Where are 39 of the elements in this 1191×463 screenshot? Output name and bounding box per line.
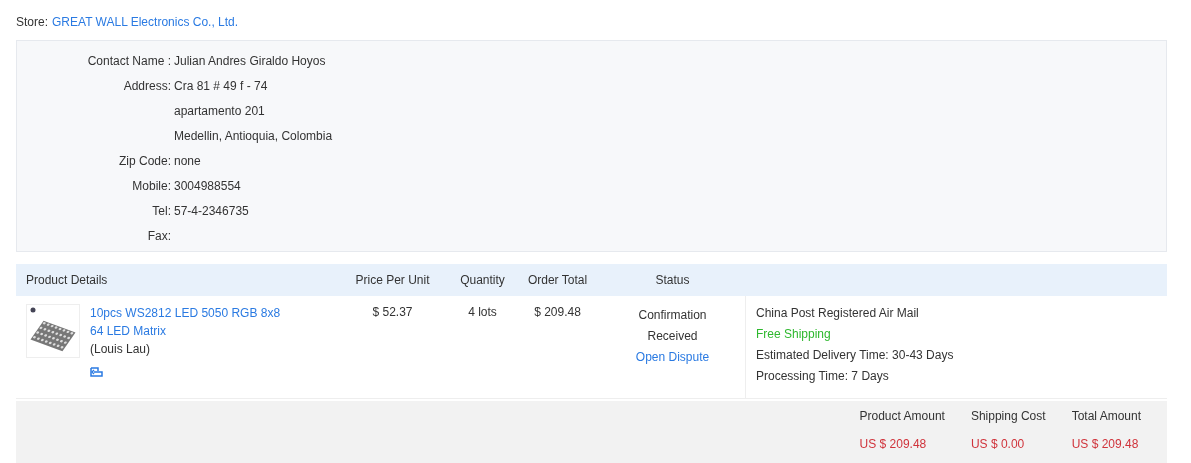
contact-value: Julian Andres Giraldo Hoyos [174,53,326,70]
column-header: Product Details [25,273,108,287]
contact-value: Cra 81 # 49 f - 74 [174,78,268,95]
product-thumbnail[interactable] [26,304,80,358]
summary-amount: US $ 209.48 [859,437,927,451]
summary-label: Product Amount [859,409,945,423]
summary-label: Total Amount [1071,409,1141,423]
shipping-info: Estimated Delivery Time: 30-43 Days [756,347,954,364]
summary-amount: US $ 209.48 [1071,437,1139,451]
contact-value: none [174,153,201,170]
contact-value: apartamento 201 [174,103,265,120]
contact-label: Contact Name : [86,53,171,70]
contact-label: Zip Code: [117,153,171,170]
contact-label: Fax: [146,228,171,245]
free-shipping-label: Free Shipping [756,326,831,343]
status-text: Confirmation Received Open Dispute [634,307,711,366]
summary-label: Shipping Cost [970,409,1046,423]
column-header: Order Total [527,273,588,287]
quantity-cell-text: 4 lots [468,304,497,319]
seller-name: (Louis Lau) [90,341,151,358]
shipping-info: China Post Registered Air Mail [756,305,919,322]
order-total-cell-text: $ 209.48 [534,304,581,319]
contact-label: Tel: [151,203,171,220]
column-header: Price Per Unit [355,273,430,287]
store-label: Store: [16,15,48,29]
product-link[interactable]: 10pcs WS2812 LED 5050 RGB 8x8 64 LED Matrix [90,304,295,340]
column-header: Quantity [460,273,505,287]
snapshot-icon[interactable] [90,366,104,378]
contact-label: Address: [122,78,171,95]
contact-label: Mobile: [131,178,171,195]
shipping-info: Processing Time: 7 Days [756,368,889,385]
contact-value: 57-4-2346735 [174,203,249,220]
store-link[interactable]: GREAT WALL Electronics Co., Ltd. [52,15,239,29]
summary-amount: US $ 0.00 [970,437,1025,451]
column-header: Status [655,273,690,287]
open-dispute-link[interactable]: Open Dispute [635,350,710,364]
contact-value: Medellin, Antioquia, Colombia [174,128,333,145]
contact-value: 3004988554 [174,178,241,195]
price-cell-text: $ 52.37 [372,304,413,319]
